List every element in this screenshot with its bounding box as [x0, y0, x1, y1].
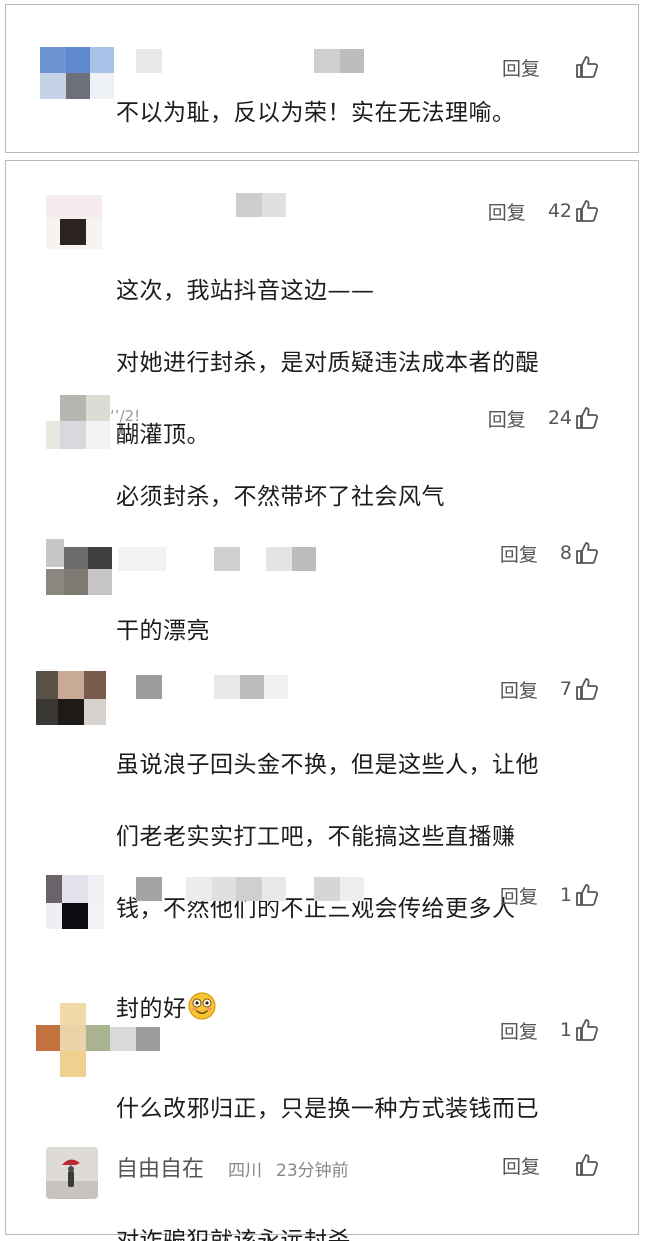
thumbs-up-icon[interactable] — [574, 1152, 600, 1178]
thumbs-up-icon[interactable] — [574, 54, 600, 80]
thumbs-up-icon[interactable] — [574, 198, 600, 224]
avatar[interactable] — [46, 1147, 98, 1199]
like-count: 8 — [559, 542, 572, 564]
avatar[interactable] — [40, 47, 116, 107]
thumbs-up-icon[interactable] — [574, 882, 600, 908]
reply-button[interactable]: 回复 — [488, 198, 526, 225]
flushed-smile-emoji — [187, 955, 217, 1020]
comment-text: 不以为耻，反以为荣！实在无法理喻。 — [116, 100, 516, 126]
comment-actions: 回复 — [502, 53, 600, 81]
comment-text: 对诈骗犯就该永远封杀 — [116, 1228, 351, 1241]
avatar[interactable] — [36, 671, 108, 727]
location: 四川 — [228, 1161, 262, 1181]
top-comment-panel: 回复 不以为耻，反以为荣！实在无法理喻。 — [5, 4, 639, 153]
username-redacted[interactable] — [136, 49, 376, 75]
like-count: 24 — [547, 407, 572, 429]
reply-button[interactable]: 回复 — [500, 540, 538, 567]
like-count: 7 — [559, 678, 572, 700]
comment-actions: 回复 24 — [488, 404, 600, 432]
comment-item: 回复 不以为耻，反以为荣！实在无法理喻。 — [6, 5, 638, 154]
comment-actions: 回复 8 — [500, 539, 600, 567]
reply-button[interactable]: 回复 — [502, 1152, 540, 1179]
comment-actions: 回复 1 — [500, 881, 600, 909]
thumbs-up-icon[interactable] — [574, 540, 600, 566]
username-redacted[interactable] — [136, 877, 376, 903]
avatar[interactable] — [46, 539, 116, 599]
comment-text: 必须封杀，不然带坏了社会风气 — [116, 484, 445, 510]
comment-actions: 回复 7 — [500, 675, 600, 703]
like-count: 42 — [547, 200, 572, 222]
comment-actions: 回复 42 — [488, 197, 600, 225]
thumbs-up-icon[interactable] — [574, 676, 600, 702]
avatar[interactable] — [36, 1003, 112, 1079]
avatar[interactable] — [46, 395, 112, 451]
comment-actions: 回复 — [502, 1151, 600, 1179]
reply-button[interactable]: 回复 — [500, 882, 538, 909]
timestamp: 23分钟前 — [276, 1161, 349, 1181]
reply-button[interactable]: 回复 — [502, 54, 540, 81]
like-count: 1 — [559, 884, 572, 906]
thumbs-up-icon[interactable] — [574, 1017, 600, 1043]
avatar[interactable] — [46, 195, 102, 249]
comment-list-panel: 回复 42 这次，我站抖音这边—— 对她进行封杀，是对质疑违法成本者的醍 醐灌顶… — [5, 160, 639, 1241]
comment-text: 干的漂亮 — [116, 618, 210, 644]
avatar[interactable] — [46, 875, 106, 931]
reply-button[interactable]: 回复 — [500, 676, 538, 703]
comment-text: 什么改邪归正，只是换一种方式装钱而已 — [116, 1096, 539, 1122]
comment-actions: 回复 1 — [500, 1016, 600, 1044]
username-redacted[interactable] — [110, 1027, 170, 1053]
thumbs-up-icon[interactable] — [574, 405, 600, 431]
username-redacted[interactable] — [118, 547, 318, 573]
username[interactable]: 自由自在 — [116, 1151, 204, 1183]
username-redacted[interactable] — [136, 675, 336, 701]
reply-button[interactable]: 回复 — [500, 1017, 538, 1044]
username-redacted[interactable] — [236, 193, 296, 219]
reply-button[interactable]: 回复 — [488, 405, 526, 432]
like-count: 1 — [559, 1019, 572, 1041]
username-fragment[interactable]: ‘’/2! — [110, 407, 140, 425]
